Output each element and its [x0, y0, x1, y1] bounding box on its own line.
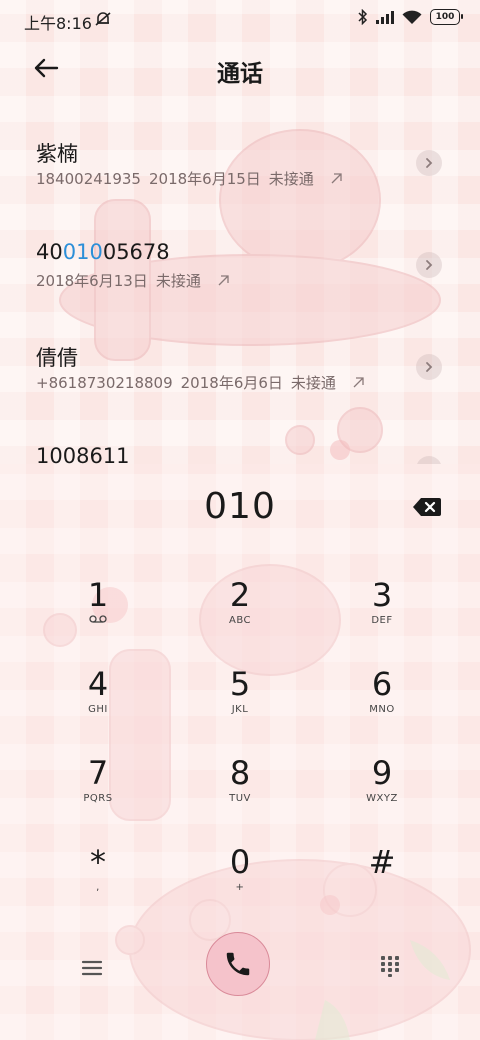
outgoing-arrow-icon	[353, 377, 364, 388]
key-digit: 6	[371, 665, 393, 703]
key-4[interactable]: 4 GHI	[33, 665, 163, 745]
battery-level: 100	[435, 11, 455, 22]
call-button[interactable]	[206, 932, 270, 996]
contact-name: 倩倩	[36, 346, 78, 370]
call-log-item[interactable]: 倩倩 +8618730218809 2018年6月6日 未接通	[0, 324, 480, 424]
key-digit: 1	[87, 576, 109, 614]
signal-icon	[376, 11, 394, 24]
key-letters: TUV	[229, 793, 251, 804]
call-status: 未接通	[155, 272, 201, 290]
key-letters: GHI	[88, 704, 108, 715]
key-letters: MNO	[369, 704, 395, 715]
chevron-right-icon	[426, 158, 433, 168]
key-2[interactable]: 2 ABC	[175, 576, 305, 656]
menu-button[interactable]	[78, 954, 106, 982]
call-status: 未接通	[268, 170, 314, 188]
outgoing-arrow-icon	[218, 275, 229, 286]
key-star[interactable]: * ,	[33, 843, 163, 923]
call-detail-button[interactable]	[416, 252, 442, 278]
call-date: 2018年6月15日	[148, 170, 261, 188]
key-digit: 2	[229, 576, 251, 614]
chevron-right-icon	[426, 260, 433, 270]
wifi-icon	[402, 10, 422, 24]
chevron-right-icon	[426, 362, 433, 372]
key-0[interactable]: 0 +	[175, 843, 305, 923]
key-letters: JKL	[231, 704, 249, 715]
key-digit: #	[368, 843, 396, 881]
key-letters: ,	[96, 882, 100, 893]
number-prefix: 40	[36, 240, 63, 264]
call-date: 2018年6月13日	[36, 272, 148, 290]
number-match-highlight: 010	[62, 240, 103, 264]
call-log-item[interactable]: 1008611	[0, 426, 480, 464]
key-letters: +	[235, 882, 245, 893]
call-detail-button[interactable]	[416, 456, 442, 464]
call-status: 未接通	[290, 374, 336, 392]
outgoing-arrow-icon	[331, 173, 342, 184]
call-number: +8618730218809	[36, 373, 173, 392]
key-hash[interactable]: #	[317, 843, 447, 923]
call-detail: 18400241935 2018年6月15日 未接通	[36, 168, 343, 189]
page-title: 通话	[217, 61, 263, 87]
key-letters: ABC	[228, 615, 251, 626]
key-sub	[33, 614, 163, 628]
keypad-toggle-button[interactable]	[378, 954, 402, 978]
key-digit: 5	[229, 665, 251, 703]
key-8[interactable]: 8 TUV	[175, 754, 305, 834]
call-log-list[interactable]: 紫楠 18400241935 2018年6月15日 未接通 4001005678…	[0, 120, 480, 464]
do-not-disturb-icon	[95, 12, 111, 26]
key-letters: DEF	[371, 615, 393, 626]
key-9[interactable]: 9 WXYZ	[317, 754, 447, 834]
dialpad-panel: 010 1 2 ABC 3 DEF 4 GHI 5 JKL 6 MNO 7 PQ…	[0, 464, 480, 1040]
backspace-icon	[413, 498, 441, 516]
key-letters	[317, 881, 447, 895]
bluetooth-icon	[358, 9, 368, 25]
key-digit: 7	[87, 754, 109, 792]
backspace-button[interactable]	[412, 496, 442, 518]
status-icons: 100	[358, 9, 463, 25]
key-letters: PQRS	[83, 793, 113, 804]
battery-icon: 100	[430, 9, 463, 25]
dial-input-display[interactable]: 010	[0, 486, 480, 527]
status-bar: 上午8:16 100	[0, 0, 480, 38]
key-letters: WXYZ	[366, 793, 398, 804]
phone-icon	[226, 952, 250, 976]
header: 通话	[0, 40, 480, 98]
key-digit: 3	[371, 576, 393, 614]
number-suffix: 05678	[102, 240, 170, 264]
key-7[interactable]: 7 PQRS	[33, 754, 163, 834]
contact-name: 紫楠	[36, 142, 78, 166]
contact-name: 4001005678	[36, 240, 170, 264]
call-number: 18400241935	[36, 169, 141, 188]
hamburger-menu-icon	[81, 960, 103, 976]
contact-name: 1008611	[36, 444, 130, 464]
call-detail: +8618730218809 2018年6月6日 未接通	[36, 372, 365, 393]
key-digit: *	[90, 843, 106, 881]
status-time: 上午8:16	[24, 14, 92, 33]
key-digit: 4	[87, 665, 109, 703]
call-detail-button[interactable]	[416, 354, 442, 380]
key-6[interactable]: 6 MNO	[317, 665, 447, 745]
key-digit: 0	[229, 843, 251, 881]
key-5[interactable]: 5 JKL	[175, 665, 305, 745]
call-detail-button[interactable]	[416, 150, 442, 176]
key-3[interactable]: 3 DEF	[317, 576, 447, 656]
key-1[interactable]: 1	[33, 576, 163, 656]
voicemail-icon	[89, 615, 107, 623]
keypad-grid-icon	[381, 956, 399, 977]
call-detail: 2018年6月13日 未接通	[36, 270, 230, 291]
call-date: 2018年6月6日	[180, 374, 283, 392]
key-digit: 8	[229, 754, 251, 792]
call-log-item[interactable]: 4001005678 2018年6月13日 未接通	[0, 222, 480, 322]
key-digit: 9	[371, 754, 393, 792]
call-log-item[interactable]: 紫楠 18400241935 2018年6月15日 未接通	[0, 120, 480, 220]
